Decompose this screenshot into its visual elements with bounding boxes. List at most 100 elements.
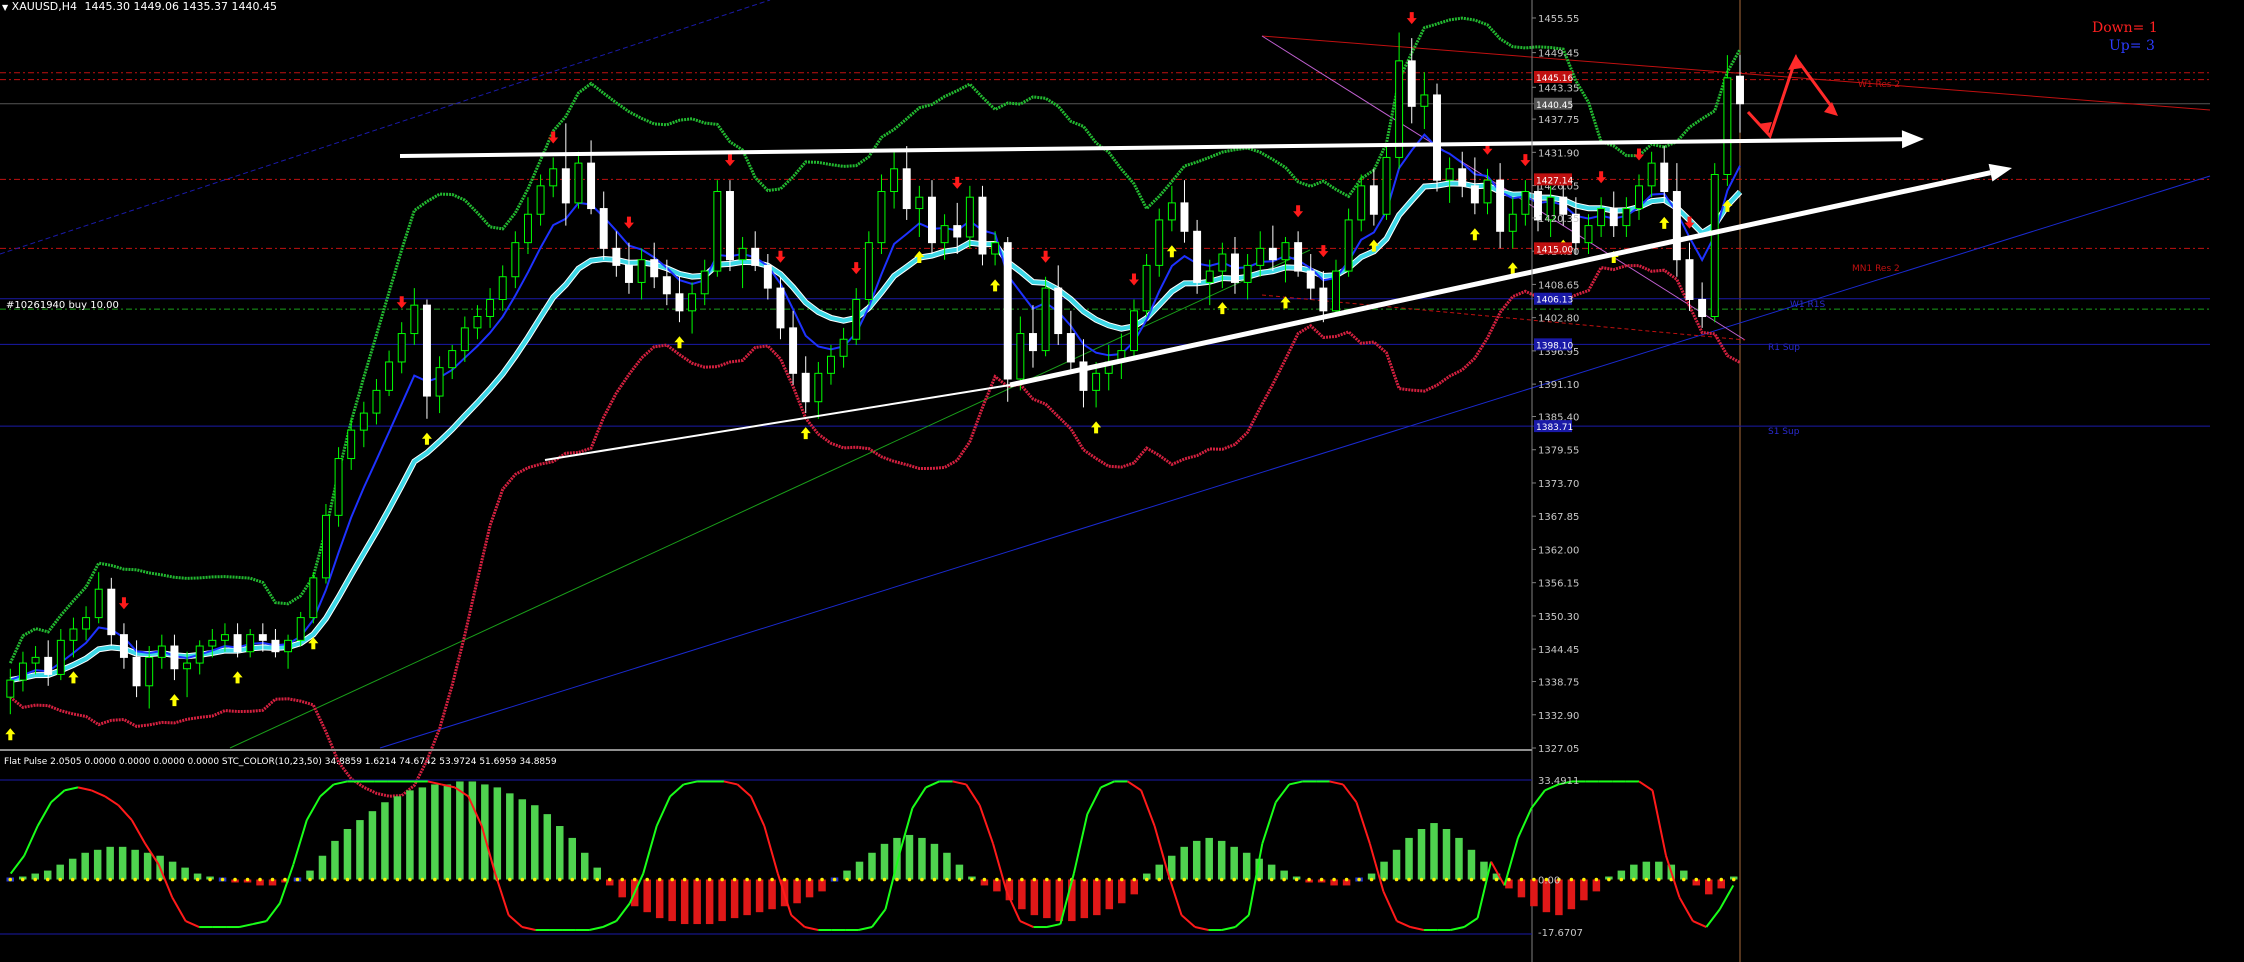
zero-dot xyxy=(870,877,874,882)
stc-segment xyxy=(521,926,536,931)
hist-bar xyxy=(1467,849,1476,880)
zero-dot xyxy=(570,877,575,882)
price-tag-text: 1415.00 xyxy=(1536,245,1573,255)
candle xyxy=(1029,305,1037,368)
candle xyxy=(498,265,507,311)
candle xyxy=(637,248,646,300)
candle-body xyxy=(1180,202,1189,232)
zero-dot xyxy=(1257,877,1261,882)
down-arrow-icon xyxy=(1406,12,1417,25)
stc-segment xyxy=(1167,873,1183,916)
stc-segment xyxy=(130,819,147,845)
candle xyxy=(650,242,659,289)
candle-body xyxy=(498,276,507,300)
stc-segment xyxy=(1072,813,1089,874)
zero-dot xyxy=(1619,877,1624,882)
candle xyxy=(1117,333,1126,380)
candle-body xyxy=(1672,191,1681,261)
price-tick-label: 1408.65 xyxy=(1538,280,1579,291)
candle-body xyxy=(1458,168,1467,187)
hist-bar xyxy=(943,852,951,880)
hist-bar xyxy=(393,796,402,880)
candle xyxy=(1155,208,1164,277)
stc-segment xyxy=(91,789,106,798)
price-tag: 1445.16 xyxy=(1534,70,1573,84)
candle-body xyxy=(1155,219,1164,266)
hist-bar xyxy=(81,852,89,880)
zero-dot xyxy=(1694,877,1699,882)
candle-body xyxy=(208,639,217,647)
candle-body xyxy=(1635,185,1643,210)
candle xyxy=(448,344,457,380)
zero-dot xyxy=(133,877,137,882)
candle-body xyxy=(1294,242,1303,272)
down-arrow-icon xyxy=(724,154,735,167)
candle-body xyxy=(435,367,444,397)
candle xyxy=(1521,180,1530,226)
candle-body xyxy=(422,304,431,397)
down-arrow-icon xyxy=(851,262,862,275)
candle xyxy=(776,276,785,340)
hist-bar xyxy=(793,879,801,904)
zero-dot xyxy=(183,877,187,882)
candle xyxy=(284,634,293,669)
zero-dot xyxy=(1507,877,1511,882)
candle xyxy=(1079,339,1088,408)
candle-body xyxy=(1016,333,1025,380)
stc-segment xyxy=(1705,908,1721,928)
candle-body xyxy=(1029,333,1037,352)
candle-body xyxy=(107,588,116,636)
zero-dot xyxy=(1319,877,1324,882)
zero-dot xyxy=(1594,877,1599,882)
stc-segment xyxy=(1450,926,1465,931)
stc-segment xyxy=(1274,783,1290,803)
price-tag: 1406.13 xyxy=(1534,292,1573,306)
candle xyxy=(1066,310,1075,374)
zero-dot xyxy=(632,877,637,882)
zero-dot xyxy=(258,877,262,882)
hist-bar xyxy=(955,864,964,880)
candle-body xyxy=(119,634,128,658)
candle-body xyxy=(1130,310,1138,352)
candle xyxy=(751,231,760,272)
candle xyxy=(927,180,936,255)
hist-bar xyxy=(1155,864,1163,880)
hist-bar xyxy=(768,879,776,910)
candle xyxy=(1104,344,1113,391)
zero-dot xyxy=(857,877,862,882)
hist-bar xyxy=(1030,879,1039,916)
stc-segment xyxy=(1019,920,1034,928)
candle-body xyxy=(334,458,343,516)
up-arrow-icon xyxy=(1217,302,1228,315)
candle xyxy=(1369,168,1378,226)
hist-bar xyxy=(1517,879,1526,898)
candle xyxy=(1382,146,1391,220)
candle-body xyxy=(1256,247,1265,266)
price-tick-label: 1367.85 xyxy=(1538,512,1579,523)
zero-dot xyxy=(1369,877,1374,882)
stc-segment xyxy=(507,914,523,928)
candle-body xyxy=(1003,242,1012,380)
zero-dot xyxy=(45,877,50,882)
candle xyxy=(195,640,204,675)
zero-dot xyxy=(795,877,799,882)
candle xyxy=(1281,236,1290,283)
candle-body xyxy=(978,196,987,255)
price-chart[interactable]: 1455.551449.451443.351437.751431.901426.… xyxy=(0,0,2244,962)
candle xyxy=(725,180,734,272)
hist-bar xyxy=(1180,846,1188,880)
stc-segment xyxy=(1140,790,1156,827)
stc-segment xyxy=(1194,926,1209,931)
hist-bar xyxy=(1642,861,1651,880)
hist-bar xyxy=(518,799,527,880)
hist-bar xyxy=(1105,879,1114,910)
zero-dot xyxy=(383,877,387,882)
zero-dot xyxy=(1706,877,1711,882)
zero-dot xyxy=(707,877,712,882)
candle xyxy=(435,356,444,414)
stc-segment xyxy=(1329,780,1344,786)
candle-body xyxy=(612,247,621,266)
hist-bar xyxy=(1630,864,1638,880)
candle-body xyxy=(1344,219,1353,272)
lower-band xyxy=(9,264,1741,798)
